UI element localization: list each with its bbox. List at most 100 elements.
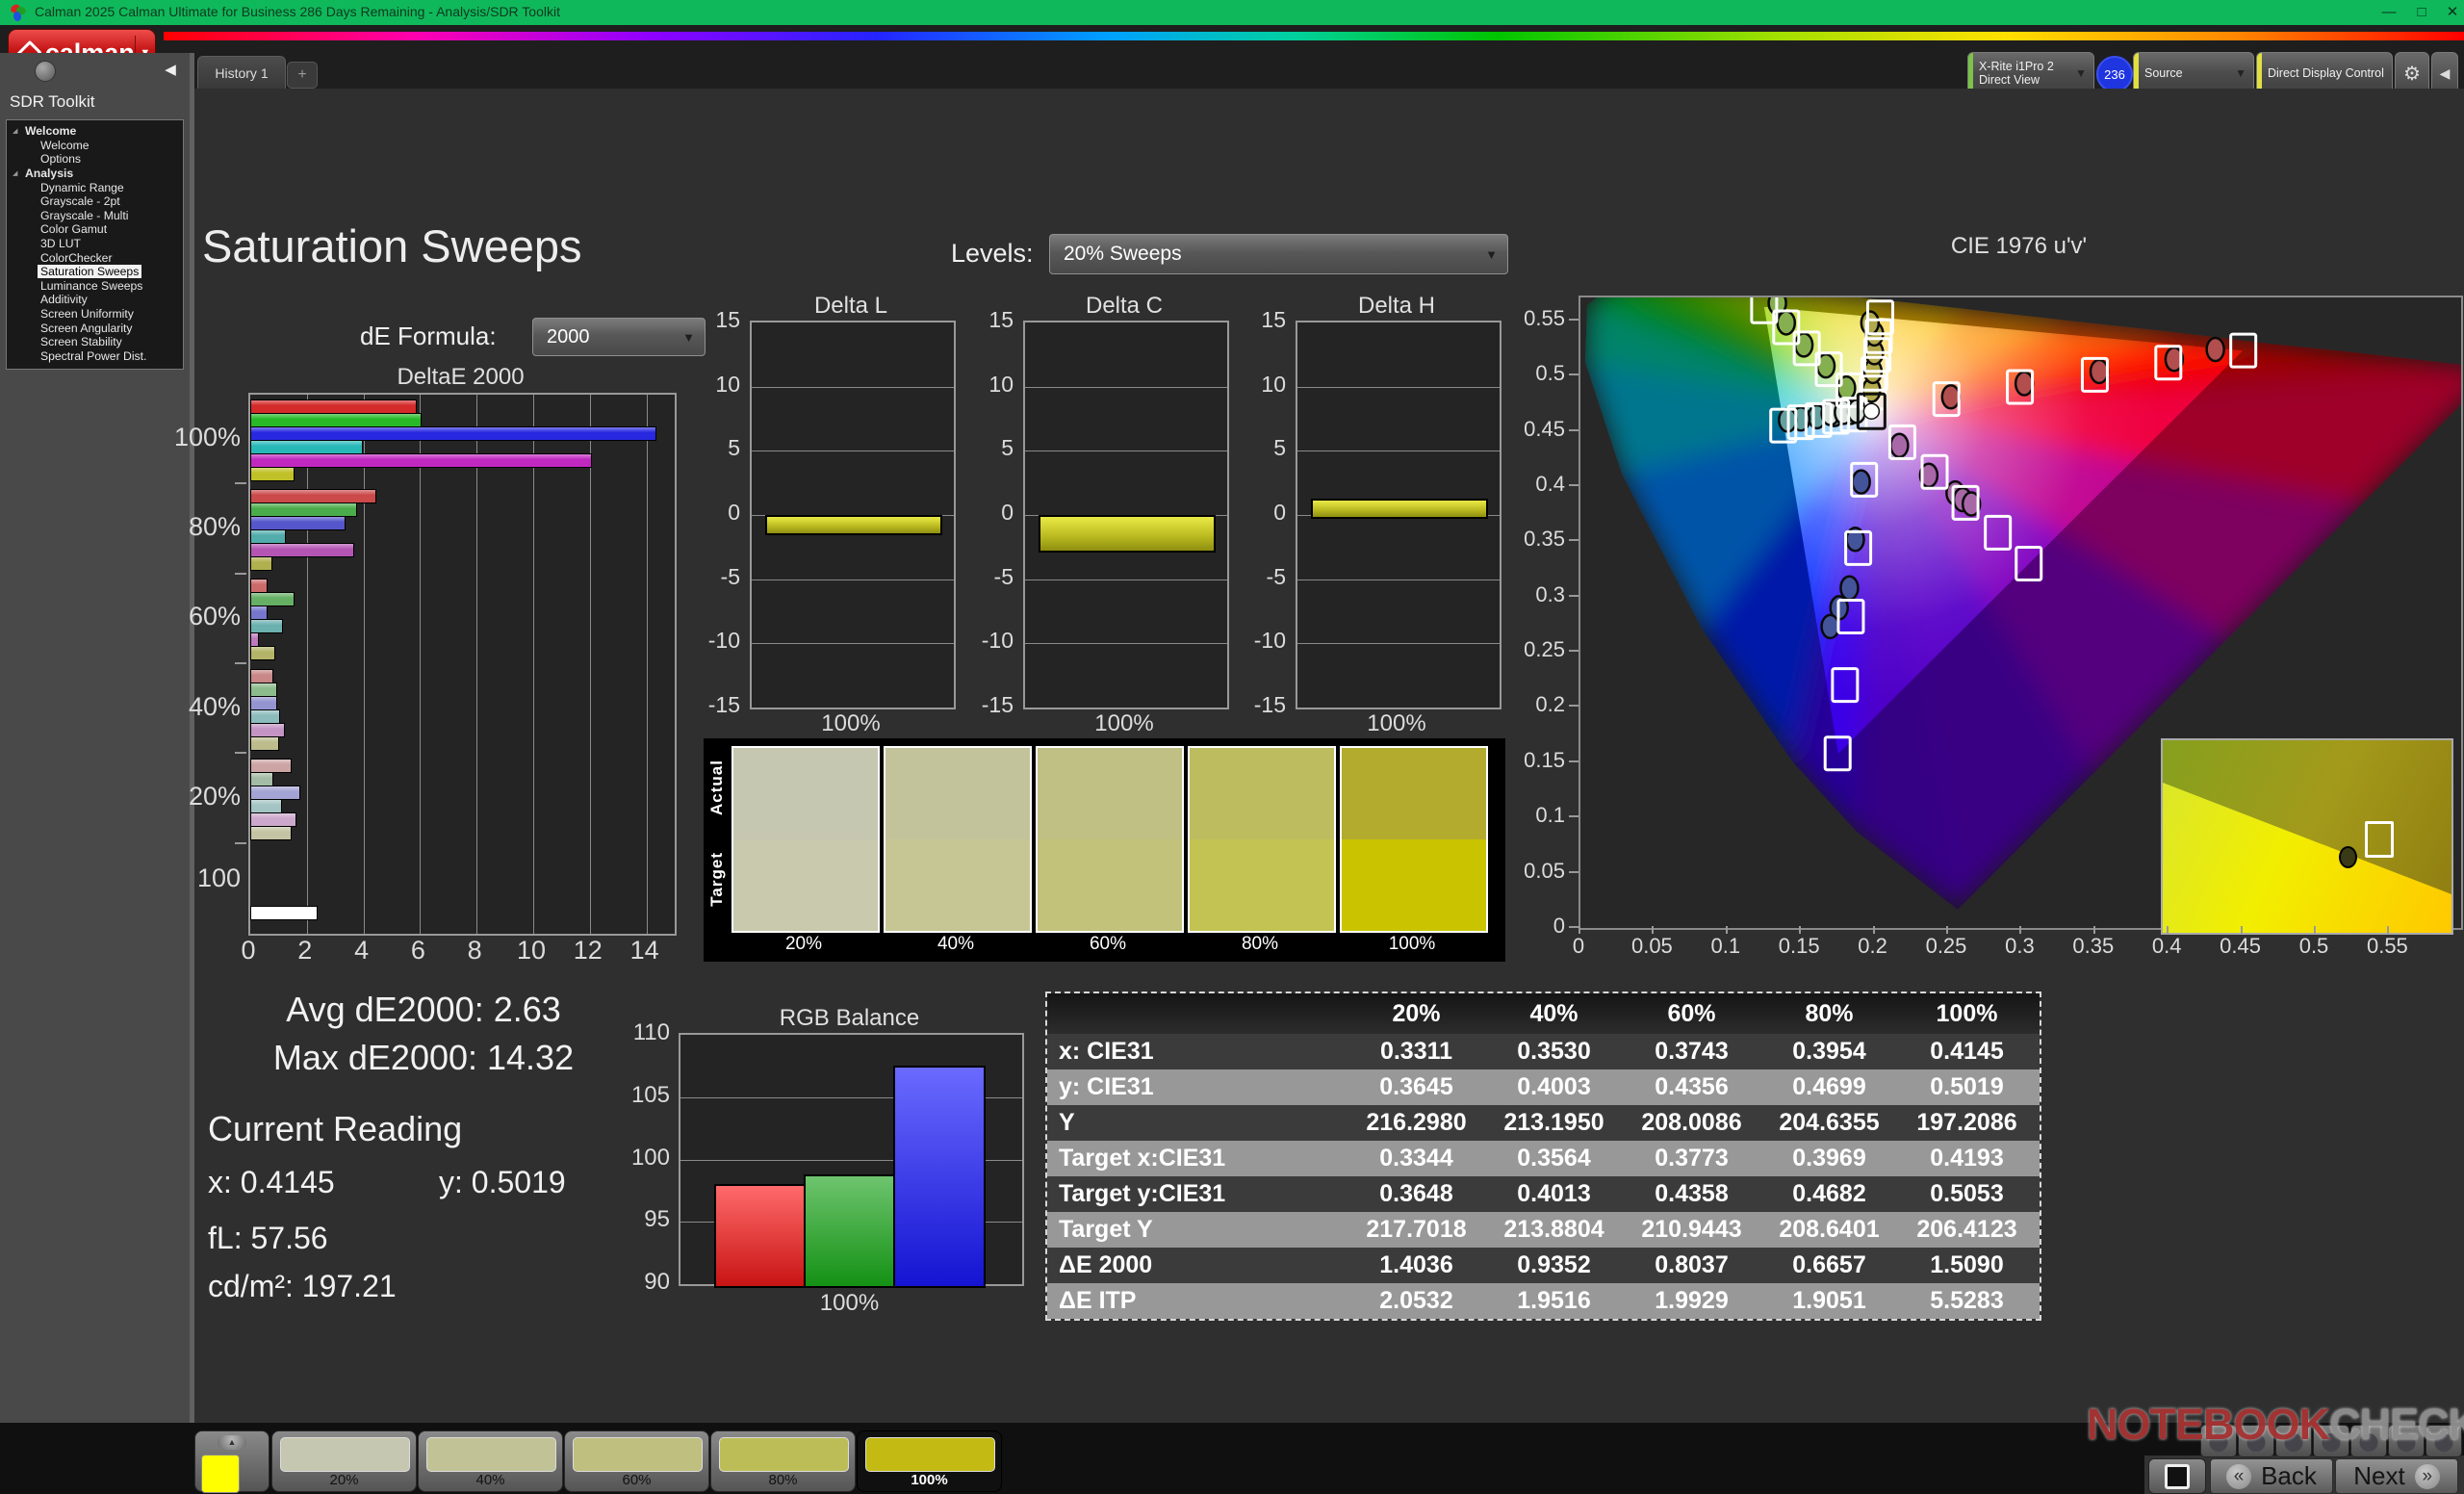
tree-item-options[interactable]: Options [7, 152, 183, 167]
axis-tick [2019, 926, 2021, 934]
delta_h-bar [1311, 499, 1488, 519]
filmstrip-card-100%[interactable]: 100% [857, 1430, 1002, 1492]
tree-item-color-gamut[interactable]: Color Gamut [7, 222, 183, 237]
axis-tick [2093, 926, 2095, 934]
filmstrip-current-tile[interactable]: ▲ [194, 1430, 270, 1492]
cie-x-tick: 0.4 [2133, 934, 2200, 959]
minimize-icon[interactable]: — [2375, 2, 2402, 23]
tree-item-grayscale-2pt[interactable]: Grayscale - 2pt [7, 194, 183, 209]
tab-history-1[interactable]: History 1 [197, 56, 286, 90]
mini-y-tick: 0 [956, 500, 1014, 526]
deltae-bar-yellow [250, 646, 275, 660]
deltae-bar-green [250, 772, 273, 786]
levels-dropdown[interactable]: 20% Sweeps ▼ [1049, 234, 1508, 274]
tree-item-colorchecker[interactable]: ColorChecker [7, 250, 183, 265]
filmstrip-card-20%[interactable]: 20% [271, 1430, 417, 1492]
tree-item-3d-lut[interactable]: 3D LUT [7, 237, 183, 251]
de-formula-value: 2000 [533, 326, 590, 348]
rgb-balance-chart [679, 1033, 1024, 1286]
cie-y-tick: 0.35 [1502, 527, 1565, 552]
target-swatch [1190, 839, 1334, 931]
mini-y-tick: -10 [1228, 628, 1286, 654]
mini-y-tick: -15 [956, 692, 1014, 718]
measured-point-red [2091, 360, 2108, 383]
tree-item-analysis[interactable]: ◢Analysis [7, 167, 183, 181]
meter-count-badge[interactable]: 236 [2096, 56, 2133, 92]
tree-item-screen-uniformity[interactable]: Screen Uniformity [7, 307, 183, 322]
mini-y-tick: 10 [682, 372, 740, 398]
tree-item-screen-angularity[interactable]: Screen Angularity [7, 321, 183, 335]
mini-y-tick: 5 [956, 435, 1014, 461]
deltae-bar-yellow [250, 556, 272, 571]
tree-item-label: ColorChecker [38, 251, 116, 265]
table-value-cell: 210.9443 [1623, 1212, 1760, 1248]
rgb-y-tick: 90 [606, 1269, 670, 1296]
filmstrip-card-60%[interactable]: 60% [564, 1430, 709, 1492]
axis-tick [235, 752, 246, 754]
rgb-bar-red [714, 1184, 807, 1288]
close-icon[interactable]: ✕ [2439, 2, 2464, 23]
chevron-down-icon: ▼ [2384, 66, 2393, 80]
maximize-icon[interactable]: □ [2408, 2, 2435, 23]
table-value-cell: 0.6657 [1760, 1248, 1898, 1283]
table-value-cell: 206.4123 [1898, 1212, 2036, 1248]
add-tab-button[interactable]: + [287, 62, 318, 89]
tree-item-luminance-sweeps[interactable]: Luminance Sweeps [7, 279, 183, 294]
table-value-cell: 0.3773 [1623, 1141, 1760, 1176]
tree-item-additivity[interactable]: Additivity [7, 293, 183, 307]
tree-expand-icon[interactable]: ◢ [13, 127, 22, 135]
chevron-down-icon: ▼ [2068, 66, 2093, 80]
table-row-label: x: CIE31 [1047, 1034, 1348, 1069]
de-formula-dropdown[interactable]: 2000 ▼ [532, 318, 706, 356]
table-row: Target x:CIE310.33440.35640.37730.39690.… [1047, 1141, 2040, 1176]
rgb-y-tick: 105 [606, 1082, 670, 1109]
table-row-label: y: CIE31 [1047, 1069, 1348, 1105]
deltae-bar-blue [250, 696, 277, 710]
tree-item-grayscale-multi[interactable]: Grayscale - Multi [7, 209, 183, 223]
tree-item-label: Dynamic Range [38, 181, 127, 194]
meter-label: X-Rite i1Pro 2Direct View [1973, 60, 2054, 87]
axis-tick [1946, 926, 1948, 934]
filmstrip-card-80%[interactable]: 80% [710, 1430, 856, 1492]
gridline [752, 387, 954, 388]
table-value-cell: 0.3344 [1348, 1141, 1485, 1176]
tree-item-label: Luminance Sweeps [38, 279, 145, 293]
measured-point-yellow [1861, 311, 1879, 334]
table-value-cell: 216.2980 [1348, 1105, 1485, 1141]
axis-tick [1569, 871, 1578, 873]
mini-x-label: 100% [1296, 710, 1498, 737]
sidebar-collapse-icon[interactable]: ◀ [160, 60, 181, 81]
deltae-group-label: 100% [144, 423, 241, 452]
gridline [647, 395, 648, 934]
deltae-x-tick: 8 [455, 936, 494, 966]
tree-item-saturation-sweeps[interactable]: Saturation Sweeps [7, 265, 183, 279]
tree-item-screen-stability[interactable]: Screen Stability [7, 335, 183, 349]
cie-y-tick: 0.3 [1502, 582, 1565, 607]
deltae-bar-cyan [250, 619, 283, 633]
deltae-x-tick: 6 [398, 936, 437, 966]
swatch-column-100% [1340, 746, 1488, 933]
tree-expand-icon[interactable]: ◢ [13, 169, 22, 177]
tree-item-dynamic-range[interactable]: Dynamic Range [7, 180, 183, 194]
table-row-label: ΔE ITP [1047, 1283, 1348, 1319]
tree-item-welcome[interactable]: Welcome [7, 139, 183, 153]
sidebar-knob-icon[interactable] [35, 61, 56, 82]
watermark-check: CHECK [2329, 1400, 2464, 1449]
cie-x-tick: 0.2 [1839, 934, 1907, 959]
gridline [420, 395, 421, 934]
axis-tick [1873, 926, 1875, 934]
tree-item-spectral-power-dist-[interactable]: Spectral Power Dist. [7, 349, 183, 364]
cie-chart-title: CIE 1976 u'v' [1578, 233, 2459, 260]
gridline [364, 395, 365, 934]
table-value-cell: 0.3564 [1485, 1141, 1623, 1176]
mini-y-tick: -10 [682, 628, 740, 654]
filmstrip-up-arrow-icon[interactable]: ▲ [218, 1435, 246, 1450]
table-value-cell: 0.4358 [1623, 1176, 1760, 1212]
filmstrip-card-40%[interactable]: 40% [418, 1430, 563, 1492]
tree-item-welcome[interactable]: ◢Welcome [7, 124, 183, 139]
deltae-group-label: 40% [144, 692, 241, 722]
deltae-x-tick: 10 [512, 936, 551, 966]
cie-y-tick: 0.1 [1502, 803, 1565, 828]
table-header-row: 20%40%60%80%100% [1047, 993, 2040, 1034]
cie-zoom-inset [2161, 738, 2453, 935]
